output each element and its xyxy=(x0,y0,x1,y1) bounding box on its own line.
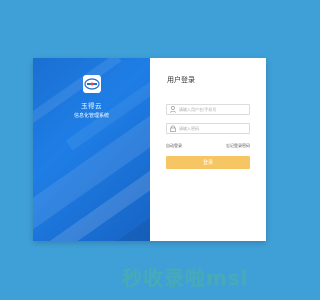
login-form: 用户登录 自动登录 忘记登录密码 登录 xyxy=(150,58,266,241)
brand-subtitle: 信息化管理系统 xyxy=(73,113,109,119)
user-icon xyxy=(170,106,176,113)
username-field[interactable] xyxy=(166,104,250,115)
username-input[interactable] xyxy=(179,105,247,114)
password-input[interactable] xyxy=(179,124,247,133)
password-field[interactable] xyxy=(166,123,250,134)
brand-name: 玉得云 xyxy=(81,102,102,110)
remember-me-link[interactable]: 自动登录 xyxy=(166,143,182,149)
watermark-text: 秒收录啦msl xyxy=(122,266,249,290)
forgot-password-link[interactable]: 忘记登录密码 xyxy=(226,143,250,149)
brand-panel: 玉得云 信息化管理系统 xyxy=(33,58,150,241)
login-button[interactable]: 登录 xyxy=(166,156,250,169)
lock-icon xyxy=(170,125,176,132)
form-title: 用户登录 xyxy=(167,76,195,84)
login-card: 玉得云 信息化管理系统 用户登录 自动登录 忘记登录密码 xyxy=(33,58,266,241)
company-logo-icon xyxy=(83,75,101,93)
